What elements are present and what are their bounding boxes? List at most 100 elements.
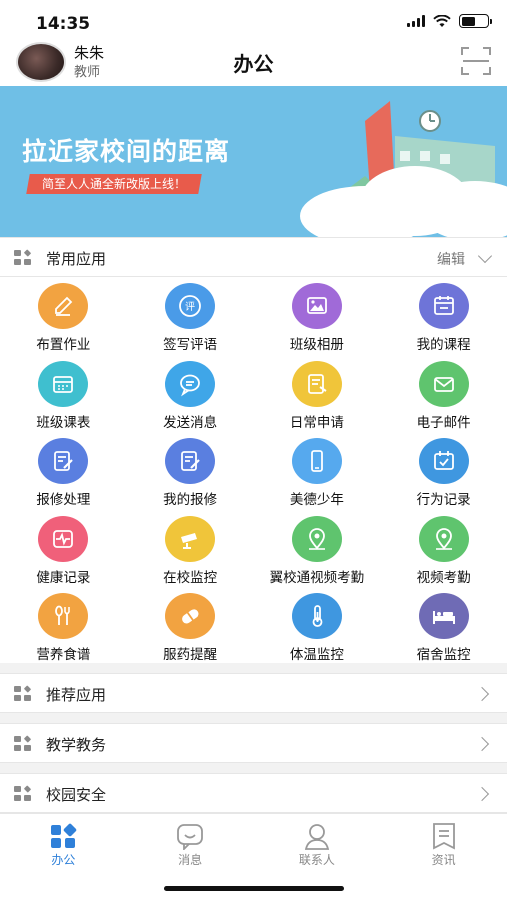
section-recommended[interactable]: 推荐应用: [0, 673, 507, 713]
app-label: 我的课程: [416, 337, 471, 353]
section-teaching[interactable]: 教学教务: [0, 723, 507, 763]
app-item[interactable]: 营养食谱: [0, 590, 127, 668]
app-label: 签写评语: [163, 337, 218, 353]
app-item[interactable]: 班级相册: [254, 280, 381, 358]
course-icon: [418, 283, 469, 329]
common-apps-title: 常用应用: [46, 250, 107, 268]
app-item[interactable]: 日常申请: [254, 358, 381, 436]
page-title: 办公: [233, 52, 274, 76]
app-label: 宿舍监控: [416, 647, 471, 663]
apps-grid-icon: [14, 735, 34, 752]
app-item[interactable]: 行为记录: [380, 435, 507, 513]
section-divider: [0, 763, 507, 773]
app-label: 发送消息: [163, 414, 218, 431]
app-label: 营养食谱: [36, 647, 91, 663]
scan-icon: [463, 60, 489, 62]
mail-icon: [418, 360, 469, 407]
app-label: 体温监控: [289, 647, 344, 663]
svg-text:评: 评: [185, 301, 195, 313]
thermometer-icon: [291, 593, 342, 639]
section-divider: [0, 663, 507, 673]
bed-icon: [418, 593, 469, 639]
app-label: 在校监控: [163, 569, 218, 586]
app-item[interactable]: 班级课表: [0, 358, 127, 436]
app-label: 报修处理: [36, 492, 91, 508]
health-icon: [38, 515, 89, 562]
message-icon: [165, 360, 216, 407]
edit-button[interactable]: 编辑: [437, 249, 465, 269]
tab-office[interactable]: 办公: [0, 814, 127, 875]
office-icon: [51, 823, 77, 848]
app-item[interactable]: 电子邮件: [380, 358, 507, 436]
apps-grid-icon: [14, 785, 34, 802]
app-label: 电子邮件: [416, 414, 471, 431]
app-label: 班级相册: [289, 337, 344, 353]
tab-label: 办公: [51, 853, 76, 867]
pencil-icon: [38, 283, 89, 329]
app-item[interactable]: 我的课程: [380, 280, 507, 358]
app-item[interactable]: 健康记录: [0, 513, 127, 591]
app-item[interactable]: 美德少年: [254, 435, 381, 513]
fork-spoon-icon: [38, 593, 89, 639]
app-label: 健康记录: [36, 569, 91, 586]
comment-icon: 评: [165, 283, 216, 329]
contacts-icon: [304, 824, 329, 850]
section-divider: [0, 713, 507, 723]
app-label: 翼校通视频考勤: [269, 569, 365, 586]
chevron-down-icon[interactable]: [477, 248, 493, 264]
tab-contacts[interactable]: 联系人: [254, 814, 381, 875]
calendar-icon: [38, 360, 89, 407]
battery-icon: [459, 14, 492, 28]
apps-grid-icon: [14, 685, 34, 702]
app-item[interactable]: 在校监控: [127, 513, 254, 591]
app-item[interactable]: 体温监控: [254, 590, 381, 668]
status-bar: 14:35: [0, 0, 507, 36]
message-icon: [177, 824, 204, 850]
tab-label: 资讯: [431, 853, 456, 867]
home-indicator[interactable]: [164, 886, 344, 891]
chevron-right-icon: [474, 736, 490, 752]
repair-icon: [38, 438, 89, 484]
app-label: 布置作业: [36, 337, 91, 353]
app-item[interactable]: 视频考勤: [380, 513, 507, 591]
wifi-icon: [433, 14, 451, 27]
phone-icon: [291, 438, 342, 484]
app-item[interactable]: 宿舍监控: [380, 590, 507, 668]
section-campus-safety[interactable]: 校园安全: [0, 773, 507, 813]
tab-news[interactable]: 资讯: [380, 814, 507, 875]
app-item[interactable]: 服药提醒: [127, 590, 254, 668]
status-icons: [407, 14, 492, 28]
app-item[interactable]: 我的报修: [127, 435, 254, 513]
app-item[interactable]: 报修处理: [0, 435, 127, 513]
app-item[interactable]: 发送消息: [127, 358, 254, 436]
header: 朱朱 教师 办公: [0, 36, 507, 86]
tab-bar: 办公 消息 联系人 资讯: [0, 813, 507, 875]
scan-button[interactable]: [461, 47, 491, 75]
status-time: 14:35: [36, 14, 91, 34]
app-item[interactable]: 评签写评语: [127, 280, 254, 358]
app-label: 视频考勤: [416, 569, 471, 586]
location-icon: [418, 515, 469, 562]
section-title: 推荐应用: [46, 686, 107, 704]
banner-title: 拉近家校间的距离: [22, 137, 231, 166]
section-title: 教学教务: [46, 736, 107, 754]
record-icon: [418, 438, 469, 484]
chevron-right-icon: [474, 686, 490, 702]
app-label: 行为记录: [416, 492, 471, 508]
my-repair-icon: [165, 438, 216, 484]
signal-icon: [407, 15, 425, 27]
tab-label: 联系人: [298, 853, 335, 867]
app-item[interactable]: 布置作业: [0, 280, 127, 358]
camera-icon: [165, 515, 216, 562]
banner-tagline: 简至人人通全新改版上线！: [26, 174, 202, 194]
apply-icon: [291, 360, 342, 407]
apps-grid-icon: [14, 249, 34, 266]
app-label: 美德少年: [289, 492, 344, 508]
app-label: 班级课表: [36, 414, 91, 431]
tab-label: 消息: [178, 853, 203, 867]
app-item[interactable]: 翼校通视频考勤: [254, 513, 381, 591]
pill-icon: [165, 593, 216, 639]
banner[interactable]: 拉近家校间的距离 简至人人通全新改版上线！: [0, 86, 507, 237]
tab-messages[interactable]: 消息: [127, 814, 254, 875]
common-apps-header: 常用应用 编辑: [0, 237, 507, 277]
